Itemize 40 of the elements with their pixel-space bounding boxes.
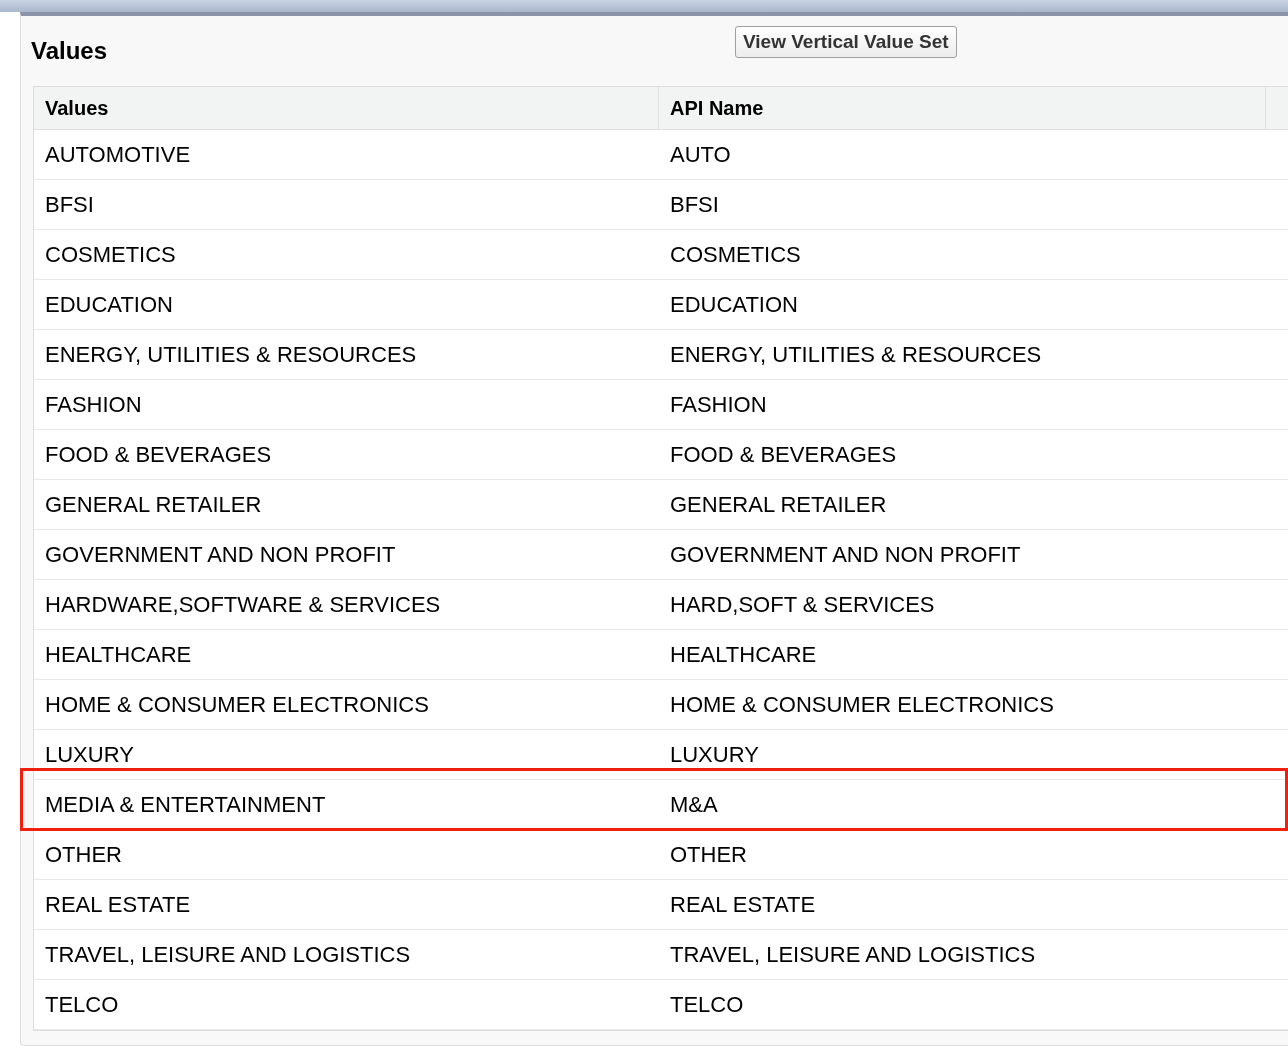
table-cell-text: TELCO: [669, 991, 745, 1019]
table-cell-text: EDUCATION: [44, 291, 174, 319]
table-cell-text: HARDWARE,SOFTWARE & SERVICES: [44, 591, 442, 619]
table-cell-text: FASHION: [669, 391, 768, 419]
table-cell-text: HOME & CONSUMER ELECTRONICS: [44, 691, 430, 719]
table-cell-text: TELCO: [44, 991, 120, 1019]
table-cell-text: GOVERNMENT AND NON PROFIT: [669, 541, 1022, 569]
table-cell-text: BFSI: [669, 191, 720, 219]
table-cell-text: FOOD & BEVERAGES: [669, 441, 898, 469]
table-cell-text: FASHION: [44, 391, 143, 419]
table-cell-text: COSMETICS: [44, 241, 177, 269]
table-cell-text: TRAVEL, LEISURE AND LOGISTICS: [44, 941, 412, 969]
table-cell-text: HEALTHCARE: [44, 641, 193, 669]
table-cell-text: BFSI: [44, 191, 95, 219]
table-cell-text: TRAVEL, LEISURE AND LOGISTICS: [669, 941, 1037, 969]
table-cell-text: LUXURY: [669, 741, 760, 769]
table-cell-text: OTHER: [669, 841, 748, 869]
table-cell-text: HOME & CONSUMER ELECTRONICS: [669, 691, 1055, 719]
table-cell-text: GENERAL RETAILER: [669, 491, 888, 519]
table-cell-text: OTHER: [44, 841, 123, 869]
table-cell-text: ENERGY, UTILITIES & RESOURCES: [669, 341, 1043, 369]
column-header: API Name: [659, 87, 1266, 129]
table-cell-text: HEALTHCARE: [669, 641, 818, 669]
table-cell-text: ENERGY, UTILITIES & RESOURCES: [44, 341, 418, 369]
column-header: Values: [34, 87, 659, 129]
panel-title: Values: [31, 36, 108, 66]
table-cell-text: EDUCATION: [669, 291, 799, 319]
table-cell-text: HARD,SOFT & SERVICES: [669, 591, 936, 619]
table-cell-text: REAL ESTATE: [44, 891, 192, 919]
table-cell-text: AUTOMOTIVE: [44, 141, 192, 169]
table-cell-text: M&A: [669, 791, 719, 819]
table-cell-text: LUXURY: [44, 741, 135, 769]
table-cell-text: MEDIA & ENTERTAINMENT: [44, 791, 327, 819]
table-cell-text: AUTO: [669, 141, 732, 169]
table-cell-text: GENERAL RETAILER: [44, 491, 263, 519]
view-vertical-value-set-button[interactable]: View Vertical Value Set: [735, 26, 957, 58]
table-cell-text: REAL ESTATE: [669, 891, 817, 919]
table-cell-text: COSMETICS: [669, 241, 802, 269]
table-cell-text: FOOD & BEVERAGES: [44, 441, 273, 469]
table-cell-text: GOVERNMENT AND NON PROFIT: [44, 541, 397, 569]
